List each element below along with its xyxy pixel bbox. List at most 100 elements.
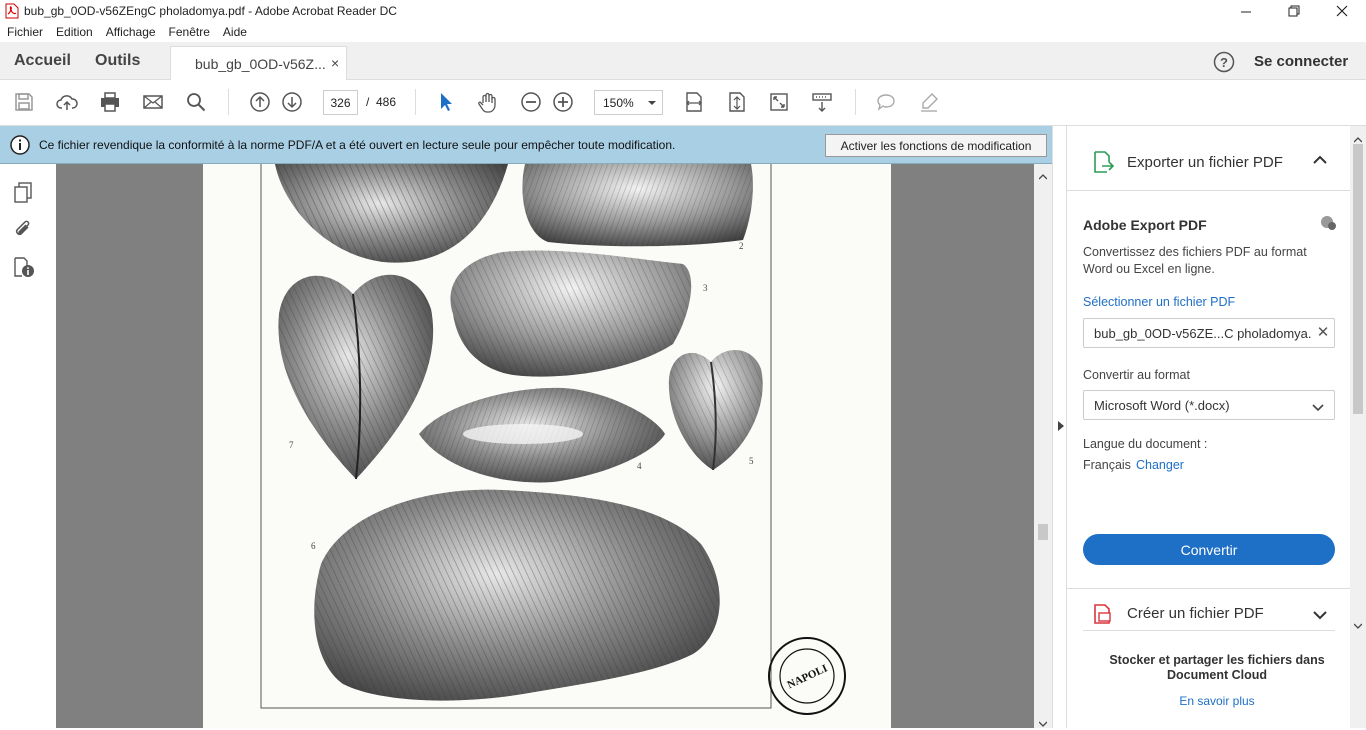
- selected-file-field[interactable]: bub_gb_0OD-v56ZE...C pholadomya.pdf ✕: [1083, 318, 1335, 348]
- zoom-value: 150%: [603, 96, 634, 110]
- full-screen-icon[interactable]: [767, 90, 791, 114]
- svg-text:?: ?: [1220, 55, 1228, 70]
- document-scroll-thumb[interactable]: [1038, 524, 1048, 540]
- tab-document-label: bub_gb_0OD-v56Z...: [195, 56, 326, 72]
- format-chevron-down-icon: [1312, 400, 1324, 415]
- create-pdf-section[interactable]: Créer un fichier PDF: [1083, 597, 1335, 631]
- chevron-up-icon[interactable]: [1313, 154, 1327, 168]
- highlight-pen-icon[interactable]: [917, 90, 941, 114]
- export-pdf-panel: Exporter un fichier PDF Adobe Export PDF…: [1066, 126, 1351, 728]
- export-pdf-icon: [1093, 150, 1115, 177]
- figure-number-6: 6: [311, 541, 316, 551]
- scroll-up-icon[interactable]: [1038, 169, 1048, 183]
- tab-bar: Accueil Outils bub_gb_0OD-v56Z... × ? Se…: [0, 42, 1366, 80]
- menu-edition[interactable]: Edition: [49, 22, 99, 39]
- document-properties-icon[interactable]: [12, 256, 34, 281]
- previous-page-icon[interactable]: [248, 90, 272, 114]
- panel-scroll-thumb[interactable]: [1353, 144, 1363, 414]
- scroll-mode-icon[interactable]: [810, 90, 834, 114]
- figure-number-2: 2: [739, 241, 744, 251]
- create-pdf-icon: [1093, 603, 1113, 628]
- menu-bar: Fichier Edition Affichage Fenêtre Aide: [0, 22, 1366, 42]
- shell-figure-2: [522, 164, 753, 247]
- shell-figure-4: [419, 387, 665, 483]
- pdf-app-icon: [5, 3, 19, 19]
- page-number-input[interactable]: 326: [323, 90, 358, 115]
- shell-figure-5: [668, 349, 763, 471]
- clear-file-icon[interactable]: ✕: [1312, 323, 1334, 343]
- menu-aide[interactable]: Aide: [216, 22, 253, 39]
- export-section-title: Adobe Export PDF: [1083, 217, 1207, 233]
- toolbar: 326 / 486 150%: [0, 80, 1366, 126]
- fit-width-icon[interactable]: [682, 90, 706, 114]
- shell-figure-3: [450, 250, 692, 377]
- page-separator: /: [366, 95, 370, 109]
- left-navigation-rail: [0, 164, 56, 728]
- library-stamp: NAPOLI: [768, 637, 846, 715]
- upload-cloud-icon[interactable]: [55, 90, 79, 114]
- figure-number-5: 5: [749, 456, 754, 466]
- tab-document[interactable]: bub_gb_0OD-v56Z... ×: [170, 46, 347, 80]
- stamp-napoli-text: NAPOLI: [786, 662, 830, 691]
- zoom-in-icon[interactable]: [551, 90, 575, 114]
- minimize-button[interactable]: [1236, 2, 1256, 20]
- help-icon[interactable]: ?: [1213, 51, 1235, 73]
- notice-text: Ce fichier revendique la conformité à la…: [39, 138, 676, 152]
- learn-more-link[interactable]: En savoir plus: [1067, 694, 1366, 708]
- save-icon[interactable]: [12, 90, 36, 114]
- restore-button[interactable]: [1284, 2, 1304, 20]
- next-page-icon[interactable]: [280, 90, 304, 114]
- export-settings-icon[interactable]: [1319, 214, 1337, 235]
- menu-fichier[interactable]: Fichier: [0, 22, 49, 39]
- print-icon[interactable]: [98, 90, 122, 114]
- close-window-button[interactable]: [1332, 2, 1352, 20]
- create-chevron-down-icon[interactable]: [1313, 609, 1327, 623]
- pdfa-notice-bar: Ce fichier revendique la conformité à la…: [0, 126, 1066, 164]
- enable-editing-button[interactable]: Activer les fonctions de modification: [825, 134, 1047, 157]
- shell-plate-illustration: 2 3 7 4 5 6 NAPOLI: [260, 164, 846, 715]
- language-value: Français: [1083, 458, 1131, 472]
- right-panel-splitter[interactable]: [1052, 126, 1066, 728]
- format-value: Microsoft Word (*.docx): [1094, 398, 1230, 413]
- export-panel-header[interactable]: Exporter un fichier PDF: [1067, 126, 1351, 191]
- change-language-link[interactable]: Changer: [1136, 458, 1184, 472]
- hand-tool-icon[interactable]: [476, 90, 500, 114]
- zoom-select[interactable]: 150%: [594, 90, 663, 115]
- create-pdf-title: Créer un fichier PDF: [1127, 605, 1264, 622]
- menu-fenetre[interactable]: Fenêtre: [162, 22, 216, 39]
- info-icon: [10, 135, 30, 158]
- export-description: Convertissez des fichiers PDF au format …: [1083, 245, 1307, 276]
- document-scrollbar[interactable]: [1034, 164, 1052, 728]
- collapse-right-panel-icon[interactable]: [1057, 420, 1065, 435]
- figure-number-7: 7: [289, 440, 294, 450]
- language-label: Langue du document :: [1083, 437, 1208, 451]
- search-icon[interactable]: [184, 90, 208, 114]
- tab-home[interactable]: Accueil: [14, 52, 71, 70]
- window-title: bub_gb_0OD-v56ZEngC pholadomya.pdf - Ado…: [24, 4, 397, 18]
- select-pdf-link[interactable]: Sélectionner un fichier PDF: [1083, 295, 1235, 309]
- panel-scroll-down-icon[interactable]: [1353, 618, 1363, 632]
- select-cursor-icon[interactable]: [434, 90, 458, 114]
- sign-in-button[interactable]: Se connecter: [1254, 53, 1348, 70]
- panel-scrollbar[interactable]: [1350, 126, 1366, 728]
- page-thumbnails-icon[interactable]: [12, 181, 34, 206]
- figure-number-4: 4: [637, 461, 642, 471]
- fit-page-icon[interactable]: [725, 90, 749, 114]
- format-select[interactable]: Microsoft Word (*.docx): [1083, 390, 1335, 420]
- tab-tools[interactable]: Outils: [95, 52, 140, 70]
- zoom-out-icon[interactable]: [519, 90, 543, 114]
- menu-affichage[interactable]: Affichage: [99, 22, 162, 39]
- document-viewer[interactable]: 2 3 7 4 5 6 NAPOLI: [56, 164, 1052, 728]
- document-cloud-text: Stocker et partager les fichiers dans Do…: [1109, 653, 1325, 682]
- convert-button[interactable]: Convertir: [1083, 534, 1335, 565]
- shell-figure-1: [275, 164, 508, 263]
- chevron-down-icon: [648, 97, 656, 111]
- comment-icon[interactable]: [874, 90, 898, 114]
- pdf-page: 2 3 7 4 5 6 NAPOLI: [203, 164, 891, 728]
- close-tab-icon[interactable]: ×: [331, 55, 339, 71]
- shell-figure-7: [278, 274, 434, 480]
- email-icon[interactable]: [141, 90, 165, 114]
- page-total: 486: [376, 95, 397, 109]
- export-panel-title: Exporter un fichier PDF: [1127, 154, 1283, 171]
- attachment-icon[interactable]: [12, 218, 34, 243]
